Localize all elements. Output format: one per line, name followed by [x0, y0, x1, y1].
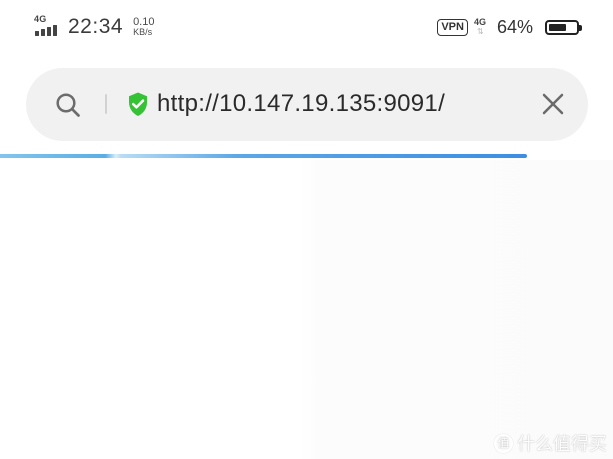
network-type-label: 4G	[34, 14, 47, 24]
signal-bar	[35, 31, 39, 36]
url-text[interactable]: http://10.147.19.135:9091/	[157, 86, 445, 122]
signal-bar	[47, 27, 51, 36]
data-network-icon: 4G ⇅	[474, 17, 489, 37]
network-speed-value: 0.10	[133, 16, 155, 28]
signal-bar	[53, 25, 57, 36]
signal-bar	[41, 29, 45, 36]
status-bar-left: 4G 22:34 0.10 KB/s	[34, 14, 154, 40]
battery-percent: 64%	[496, 16, 533, 37]
signal-bars	[35, 25, 57, 36]
vpn-badge: VPN	[437, 18, 468, 36]
data-activity-icon: ⇅	[476, 27, 484, 36]
cellular-signal-icon: 4G	[34, 14, 60, 39]
watermark: 值 什么值得买	[494, 431, 607, 455]
close-icon[interactable]	[540, 91, 566, 117]
watermark-text: 什么值得买	[517, 434, 607, 455]
watermark-badge: 值	[494, 433, 513, 453]
secondary-network-label: 4G	[473, 17, 486, 27]
status-bar-right: VPN 4G ⇅ 64%	[437, 16, 582, 38]
browser-screen: 4G 22:34 0.10 KB/s VPN 4G ⇅ 64% http://1…	[0, 0, 613, 459]
address-bar-divider	[105, 94, 107, 114]
battery-fill	[549, 23, 566, 31]
web-page-content	[0, 158, 613, 459]
status-bar: 4G 22:34 0.10 KB/s VPN 4G ⇅ 64%	[0, 0, 613, 54]
shield-check-icon[interactable]	[126, 91, 150, 118]
network-speed-unit: KB/s	[133, 27, 153, 37]
network-speed: 0.10 KB/s	[133, 16, 155, 38]
battery-icon	[545, 19, 582, 35]
address-bar[interactable]: http://10.147.19.135:9091/	[26, 68, 588, 141]
search-icon[interactable]	[54, 91, 82, 119]
status-time: 22:34	[68, 15, 124, 38]
